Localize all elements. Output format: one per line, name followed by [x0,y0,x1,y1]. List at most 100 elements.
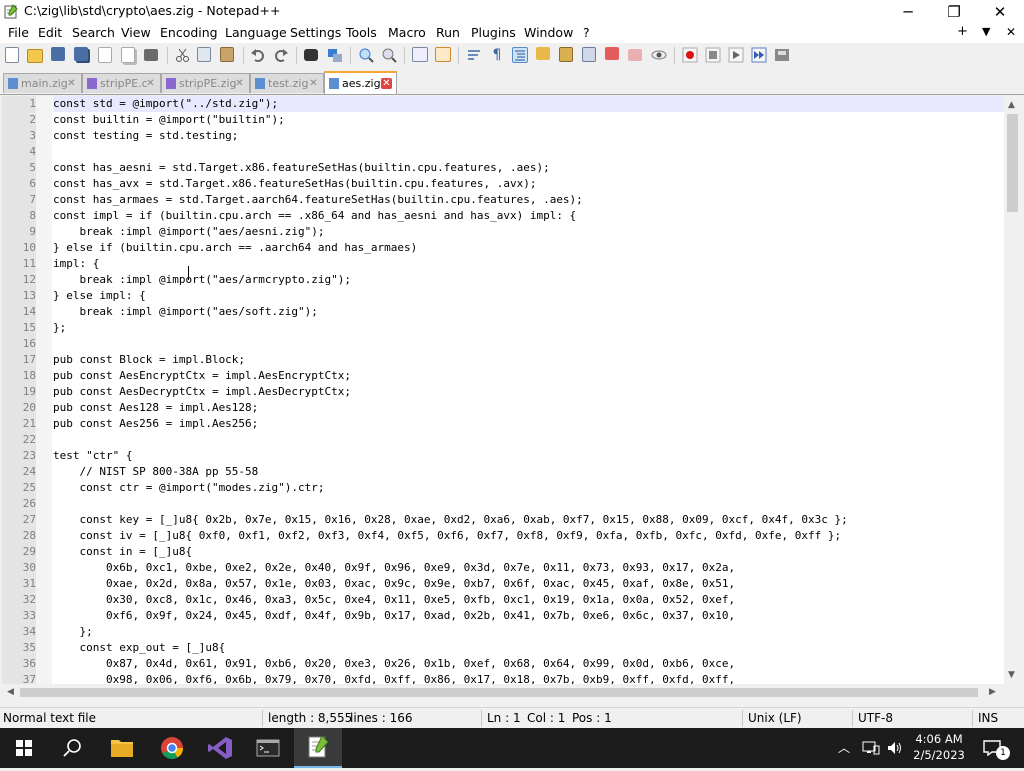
scroll-right-icon[interactable]: ▶ [989,687,996,697]
scroll-up-icon[interactable]: ▲ [1008,100,1015,110]
code-text[interactable]: break :impl @import("aes/armcrypto.zig")… [53,272,351,288]
code-line[interactable]: 20 pub const Aes128 = impl.Aes128; [2,400,1004,416]
code-line[interactable]: 22 [2,432,1004,448]
code-text[interactable]: 0xae, 0x2d, 0x8a, 0x57, 0x1e, 0x03, 0xac… [53,576,735,592]
code-text[interactable]: }; [53,624,92,640]
scroll-down-icon[interactable]: ▼ [1008,670,1015,680]
status-eol[interactable]: Unix (LF) [748,711,802,725]
code-line[interactable]: 23 test "ctr" { [2,448,1004,464]
code-line[interactable]: 8 const impl = if (builtin.cpu.arch == .x… [2,208,1004,224]
fold-margin[interactable] [36,624,52,640]
tab-list-dropdown-icon[interactable]: ▼ [982,25,990,38]
code-line[interactable]: 35 const exp_out = [_]u8{ [2,640,1004,656]
code-line[interactable]: 14 break :impl @import("aes/soft.zig"); [2,304,1004,320]
doc-list-icon[interactable] [582,47,596,62]
clock-time[interactable]: 4:06 AM [910,732,968,746]
minimize-button[interactable]: ─ [885,0,931,24]
menu-help[interactable]: ? [583,25,590,40]
code-line[interactable]: 25 const ctr = @import("modes.zig").ctr; [2,480,1004,496]
tab-strippe-zig[interactable]: stripPE.zig ✕ [161,73,250,93]
code-text[interactable]: const testing = std.testing; [53,128,238,144]
notepadpp-taskbar[interactable] [294,728,342,768]
tab-test-zig[interactable]: test.zig ✕ [250,73,324,93]
project-panel-icon[interactable] [628,49,642,61]
fold-margin[interactable] [36,176,52,192]
code-line[interactable]: 26 [2,496,1004,512]
close-file-icon[interactable] [98,47,112,63]
tab-strippe-c[interactable]: stripPE.c ✕ [82,73,161,93]
code-text[interactable]: }; [53,320,66,336]
fold-margin[interactable] [36,400,52,416]
fold-margin[interactable] [36,320,52,336]
status-insert-mode[interactable]: INS [978,711,998,725]
code-line[interactable]: 18 pub const AesEncryptCtx = impl.AesEncr… [2,368,1004,384]
new-file-icon[interactable] [5,47,19,63]
fold-margin[interactable] [36,128,52,144]
zoom-in-icon[interactable] [358,47,374,63]
scroll-left-icon[interactable]: ◀ [7,687,14,697]
fold-margin[interactable] [36,368,52,384]
replace-icon[interactable] [327,47,343,63]
code-text[interactable]: test "ctr" { [53,448,132,464]
monitoring-eye-icon[interactable] [651,47,667,63]
tab-main-zig[interactable]: main.zig ✕ [3,73,82,93]
fold-margin[interactable] [36,544,52,560]
fold-margin[interactable] [36,352,52,368]
fold-margin[interactable] [36,304,52,320]
save-icon[interactable] [51,47,65,61]
find-icon[interactable] [304,49,318,61]
code-line[interactable]: 33 0xf6, 0x9f, 0x24, 0x45, 0xdf, 0x4f, 0… [2,608,1004,624]
fold-margin[interactable] [36,240,52,256]
code-line[interactable]: 10} else if (builtin.cpu.arch == .aarch6… [2,240,1004,256]
code-line[interactable]: 2 const builtin = @import("builtin"); [2,112,1004,128]
function-list-icon[interactable] [559,47,573,62]
code-line[interactable]: 34 }; [2,624,1004,640]
code-line[interactable]: 16 [2,336,1004,352]
file-explorer-taskbar[interactable] [98,728,146,768]
close-all-icon[interactable] [121,47,135,63]
code-text[interactable]: break :impl @import("aes/soft.zig"); [53,304,317,320]
code-text[interactable]: pub const AesDecryptCtx = impl.AesDecryp… [53,384,351,400]
paste-icon[interactable] [220,47,234,62]
terminal-taskbar[interactable] [244,728,292,768]
fold-margin[interactable] [36,336,52,352]
undo-icon[interactable] [250,47,266,63]
vertical-scrollbar[interactable]: ▲ ▼ [1004,96,1021,684]
show-all-chars-icon[interactable]: ¶ [489,47,505,63]
code-line[interactable]: 37 0x98, 0x06, 0xf6, 0x6b, 0x79, 0x70, 0… [2,672,1004,684]
fold-margin[interactable] [36,448,52,464]
record-macro-icon[interactable] [682,47,698,63]
code-text[interactable]: const key = [_]u8{ 0x2b, 0x7e, 0x15, 0x1… [53,512,847,528]
code-text[interactable]: const std = @import("../std.zig"); [53,96,278,112]
code-line[interactable]: 4 [2,144,1004,160]
code-text[interactable]: const iv = [_]u8{ 0xf0, 0xf1, 0xf2, 0xf3… [53,528,841,544]
code-text[interactable]: } else impl: { [53,288,146,304]
code-line[interactable]: 12 break :impl @import("aes/armcrypto.zi… [2,272,1004,288]
code-text[interactable]: pub const Aes128 = impl.Aes128; [53,400,258,416]
menu-view[interactable]: View [121,25,151,40]
fold-margin[interactable] [36,640,52,656]
status-encoding[interactable]: UTF-8 [858,711,893,725]
fold-margin[interactable] [36,480,52,496]
sync-vertical-icon[interactable] [412,47,428,62]
code-text[interactable]: const has_aesni = std.Target.x86.feature… [53,160,550,176]
code-line[interactable]: 28 const iv = [_]u8{ 0xf0, 0xf1, 0xf2, 0… [2,528,1004,544]
code-text[interactable]: const in = [_]u8{ [53,544,192,560]
print-icon[interactable] [144,49,158,61]
open-file-icon[interactable] [27,49,43,63]
code-editor[interactable]: 1 const std = @import("../std.zig"); 2 cons… [2,96,1004,684]
code-text[interactable]: const builtin = @import("builtin"); [53,112,285,128]
menu-edit[interactable]: Edit [38,25,62,40]
menu-plugins[interactable]: Plugins [471,25,516,40]
fold-margin[interactable] [36,144,52,160]
code-line[interactable]: 17 pub const Block = impl.Block; [2,352,1004,368]
code-text[interactable]: const exp_out = [_]u8{ [53,640,225,656]
code-text[interactable]: pub const Aes256 = impl.Aes256; [53,416,258,432]
sync-horizontal-icon[interactable] [435,47,451,62]
code-text[interactable]: 0xf6, 0x9f, 0x24, 0x45, 0xdf, 0x4f, 0x9b… [53,608,735,624]
tab-aes-zig[interactable]: aes.zig ✕ [324,71,397,94]
maximize-button[interactable]: ❐ [931,0,977,24]
cut-icon[interactable] [175,47,191,63]
folder-as-workspace-icon[interactable] [605,47,619,60]
network-icon[interactable] [862,740,880,756]
